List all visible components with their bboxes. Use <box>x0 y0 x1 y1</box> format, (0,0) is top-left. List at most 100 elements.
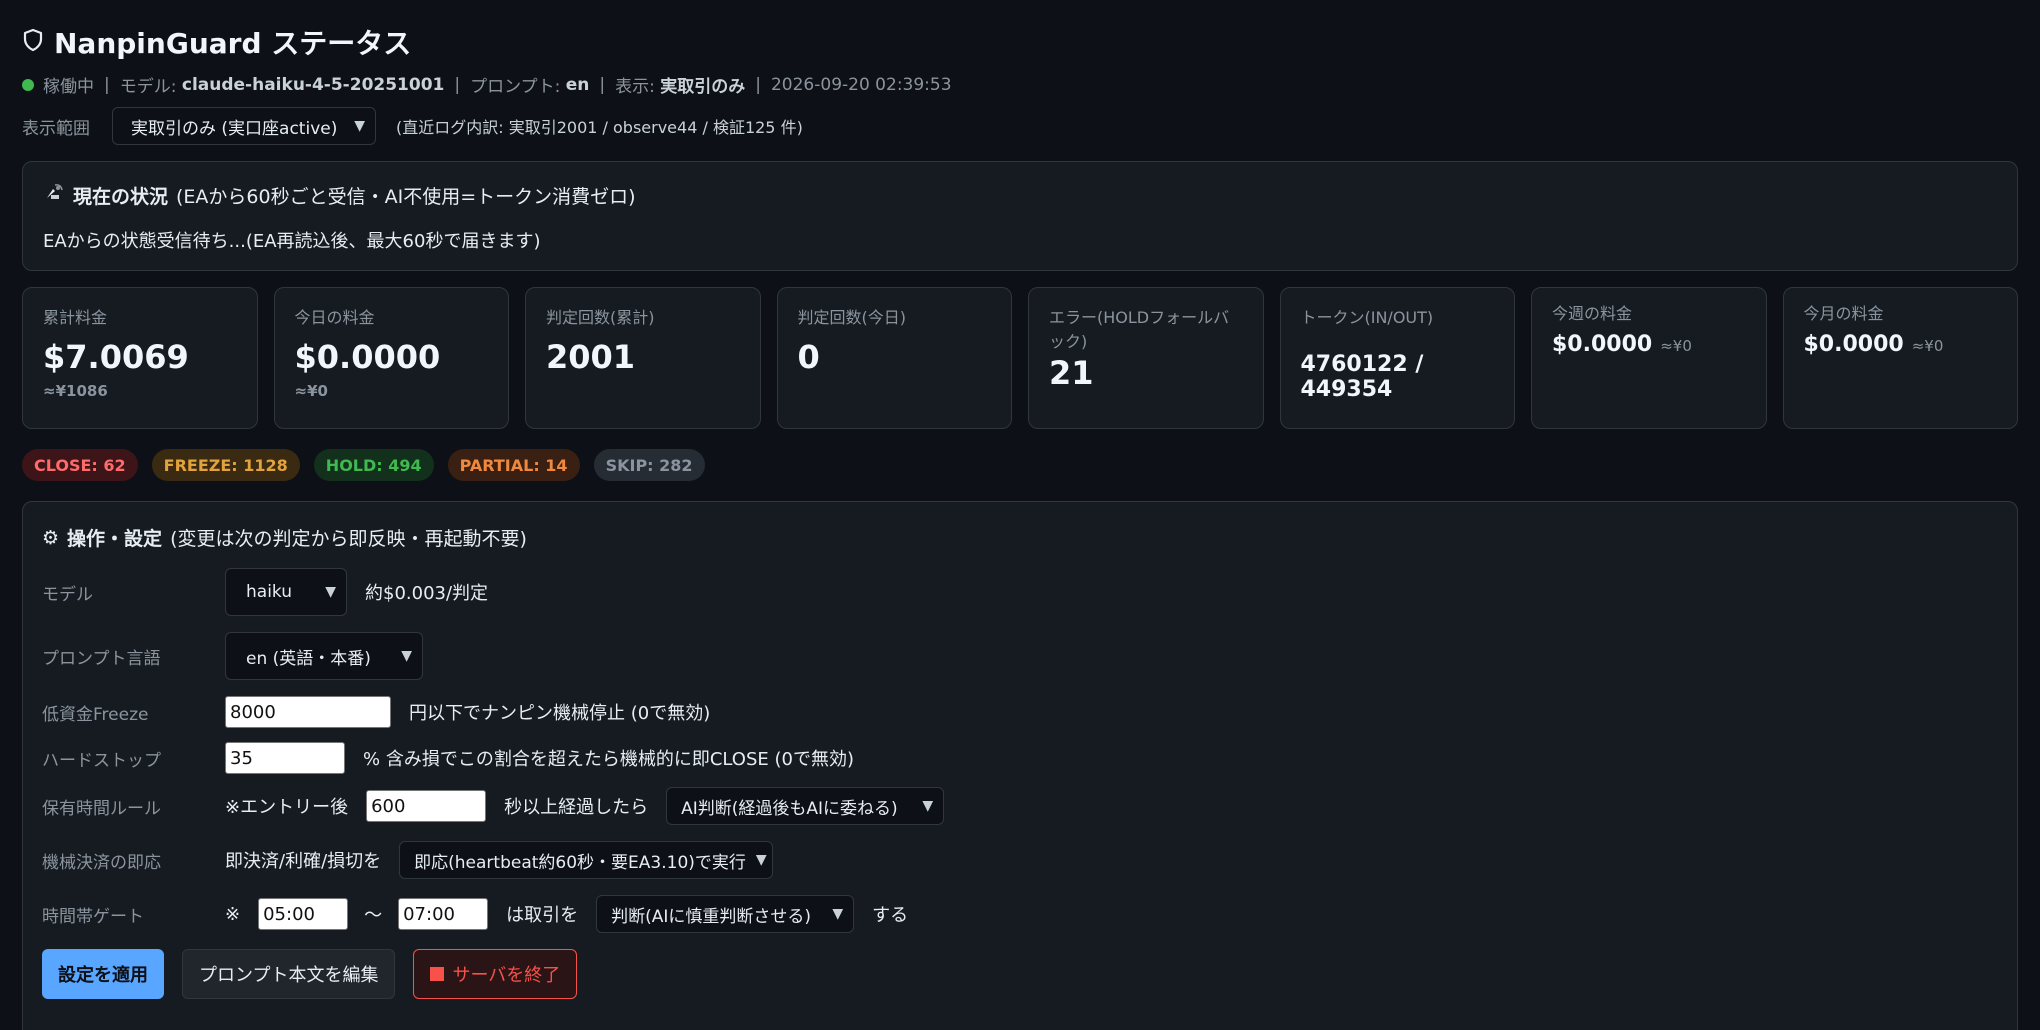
stat-card-label: エラー(HOLDフォールバック) <box>1049 308 1230 351</box>
stat-card-total-cost: 累計料金 $7.0069 ≈¥1086 <box>22 287 258 429</box>
page-title: NanpinGuard ステータス <box>54 27 412 60</box>
shutdown-server-button[interactable]: サーバを終了 <box>413 949 578 999</box>
model-select-value: haiku <box>246 582 293 602</box>
low-freeze-row: 低資金Freeze 8000 円以下でナンピン機械停止 (0で無効) <box>42 695 1998 729</box>
stat-card-errors: エラー(HOLDフォールバック) 21 <box>1028 287 1264 429</box>
hold-time-middle: 秒以上経過したら <box>504 797 649 818</box>
gear-icon: ⚙ <box>42 526 60 549</box>
edit-prompt-button[interactable]: プロンプト本文を編集 <box>182 949 396 999</box>
settings-title: 操作・設定 <box>67 528 163 550</box>
stat-card-sub: ≈¥0 <box>294 382 328 400</box>
time-gate-to-input[interactable]: 07:00 <box>398 898 489 930</box>
hard-stop-label: ハードストップ <box>42 750 161 771</box>
display-value: 実取引のみ <box>660 77 746 97</box>
prompt-lang-select-value: en (英語・本番) <box>246 648 371 669</box>
stat-card-sub: ≈¥0 <box>1660 337 1692 355</box>
display-label: 表示: <box>615 77 655 97</box>
mech-select[interactable]: 即応(heartbeat約60秒・要EA3.10)で実行 ▼ <box>399 841 774 879</box>
stat-card-value: 21 <box>1049 354 1094 392</box>
scope-label: 表示範囲 <box>22 118 90 139</box>
timestamp: 2026-09-20 02:39:53 <box>770 74 952 95</box>
scope-select-value: 実取引のみ (実口座active) <box>131 118 338 139</box>
badge-freeze: FREEZE: 1128 <box>151 449 300 481</box>
stat-cards: 累計料金 $7.0069 ≈¥1086 今日の料金 $0.0000 ≈¥0 判定… <box>22 287 2018 429</box>
chevron-down-icon: ▼ <box>832 906 844 922</box>
time-gate-middle: は取引を <box>506 905 579 926</box>
time-gate-row: 時間帯ゲート ※ 05:00 〜 07:00 は取引を 判断(AIに慎重判断させ… <box>42 895 1998 933</box>
settings-panel: ⚙ 操作・設定 (変更は次の判定から即反映・再起動不要) モデル haiku ▼… <box>22 501 2018 1030</box>
hard-stop-row: ハードストップ 35 % 含み損でこの割合を超えたら機械的に即CLOSE (0で… <box>42 741 1998 775</box>
stat-card-value: $7.0069 <box>43 338 189 376</box>
shutdown-server-label: サーバを終了 <box>452 965 561 986</box>
chevron-down-icon: ▼ <box>755 852 767 868</box>
mech-label: 機械決済の即応 <box>42 852 161 873</box>
stat-card-month-cost: 今月の料金 $0.0000 ≈¥0 <box>1782 287 2018 429</box>
hard-stop-input[interactable]: 35 <box>225 742 345 774</box>
badge-close: CLOSE: 62 <box>22 449 138 481</box>
current-status-subtitle: (EAから60秒ごと受信・AI不使用=トークン消費ゼロ) <box>176 186 636 208</box>
model-select[interactable]: haiku ▼ <box>225 568 347 616</box>
mech-select-value: 即応(heartbeat約60秒・要EA3.10)で実行 <box>414 852 746 873</box>
hold-time-label: 保有時間ルール <box>42 798 161 819</box>
hold-time-select[interactable]: AI判断(経過後もAIに委ねる) ▼ <box>666 787 945 825</box>
time-gate-prefix: ※ <box>225 903 241 925</box>
badge-hold: HOLD: 494 <box>313 449 434 481</box>
hold-time-select-value: AI判断(経過後もAIに委ねる) <box>681 798 898 819</box>
hold-time-input[interactable]: 600 <box>366 790 487 822</box>
apply-settings-button[interactable]: 設定を適用 <box>42 949 164 999</box>
stat-card-sub: ≈¥0 <box>1911 337 1944 355</box>
chevron-down-icon: ▼ <box>922 798 934 814</box>
stat-card-value: $0.0000 <box>1803 332 1904 357</box>
stat-card-today-decisions: 判定回数(今日) 0 <box>776 287 1012 429</box>
stat-card-value: 2001 <box>546 338 636 376</box>
chevron-down-icon: ▼ <box>354 118 365 134</box>
running-status: 稼働中 <box>43 77 94 97</box>
time-gate-select[interactable]: 判断(AIに慎重判断させる) ▼ <box>596 895 855 933</box>
low-freeze-label: 低資金Freeze <box>42 704 149 725</box>
hold-time-prefix: ※エントリー後 <box>225 797 349 818</box>
time-gate-from-input[interactable]: 05:00 <box>258 898 349 930</box>
stat-card-label: 判定回数(今日) <box>797 308 907 327</box>
time-gate-tilde: 〜 <box>364 905 383 926</box>
current-status-panel: 現在の状況 (EAから60秒ごと受信・AI不使用=トークン消費ゼロ) EAからの… <box>22 161 2018 271</box>
mech-row: 機械決済の即応 即決済/利確/損切を 即応(heartbeat約60秒・要EA3… <box>42 841 1998 879</box>
model-label: モデル <box>42 584 93 605</box>
model-cost-note: 約$0.003/判定 <box>365 583 489 604</box>
stat-card-value: 0 <box>797 338 820 376</box>
hard-stop-note: % 含み損でこの割合を超えたら機械的に即CLOSE (0で無効) <box>363 749 854 770</box>
chevron-down-icon: ▼ <box>401 648 412 664</box>
stat-card-week-cost: 今週の料金 $0.0000 ≈¥0 <box>1531 287 1767 429</box>
prompt-lang-select[interactable]: en (英語・本番) ▼ <box>225 632 423 680</box>
stat-card-value: 4760122 / 449354 <box>1300 352 1424 402</box>
stat-card-label: 今日の料金 <box>294 308 375 327</box>
time-gate-suffix: する <box>872 905 909 926</box>
status-page: NanpinGuard ステータス 稼働中 | モデル: claude-haik… <box>0 0 2040 1030</box>
settings-buttons: 設定を適用 プロンプト本文を編集 サーバを終了 <box>42 949 1998 999</box>
stat-card-today-cost: 今日の料金 $0.0000 ≈¥0 <box>273 287 509 429</box>
scope-select[interactable]: 実取引のみ (実口座active) ▼ <box>112 107 376 145</box>
decision-badges: CLOSE: 62 FREEZE: 1128 HOLD: 494 PARTIAL… <box>22 449 2018 481</box>
stat-card-label: トークン(IN/OUT) <box>1300 308 1434 327</box>
model-value: claude-haiku-4-5-20251001 <box>181 74 445 95</box>
status-line: 稼働中 | モデル: claude-haiku-4-5-20251001 | プ… <box>22 72 2018 97</box>
prompt-lang-label: プロンプト言語 <box>42 648 161 669</box>
current-status-message: EAからの状態受信待ち...(EA再読込後、最大60秒で届きます) <box>43 231 541 252</box>
prompt-value: en <box>565 74 590 95</box>
stat-card-value: $0.0000 <box>1552 332 1653 357</box>
settings-header: ⚙ 操作・設定 (変更は次の判定から即反映・再起動不要) <box>42 524 1998 551</box>
current-status-header: 現在の状況 (EAから60秒ごと受信・AI不使用=トークン消費ゼロ) <box>43 182 1997 209</box>
settings-form: モデル haiku ▼ 約$0.003/判定 プロンプト言語 en (英語・本番… <box>42 567 1998 933</box>
running-indicator-icon <box>22 78 34 91</box>
low-freeze-input[interactable]: 8000 <box>225 696 391 728</box>
title-row: NanpinGuard ステータス <box>22 22 2018 62</box>
stat-card-sub: ≈¥1086 <box>43 382 108 400</box>
time-gate-label: 時間帯ゲート <box>42 906 144 927</box>
stat-card-label: 判定回数(累計) <box>546 308 655 327</box>
current-status-title: 現在の状況 <box>73 186 169 208</box>
scope-row: 表示範囲 実取引のみ (実口座active) ▼ (直近ログ内訳: 実取引200… <box>22 107 2018 145</box>
badge-skip: SKIP: 282 <box>593 449 705 481</box>
stop-icon <box>430 967 445 981</box>
scope-note: (直近ログ内訳: 実取引2001 / observe44 / 検証125 件) <box>396 118 803 137</box>
stat-card-total-decisions: 判定回数(累計) 2001 <box>525 287 761 429</box>
low-freeze-note: 円以下でナンピン機械停止 (0で無効) <box>409 703 711 724</box>
